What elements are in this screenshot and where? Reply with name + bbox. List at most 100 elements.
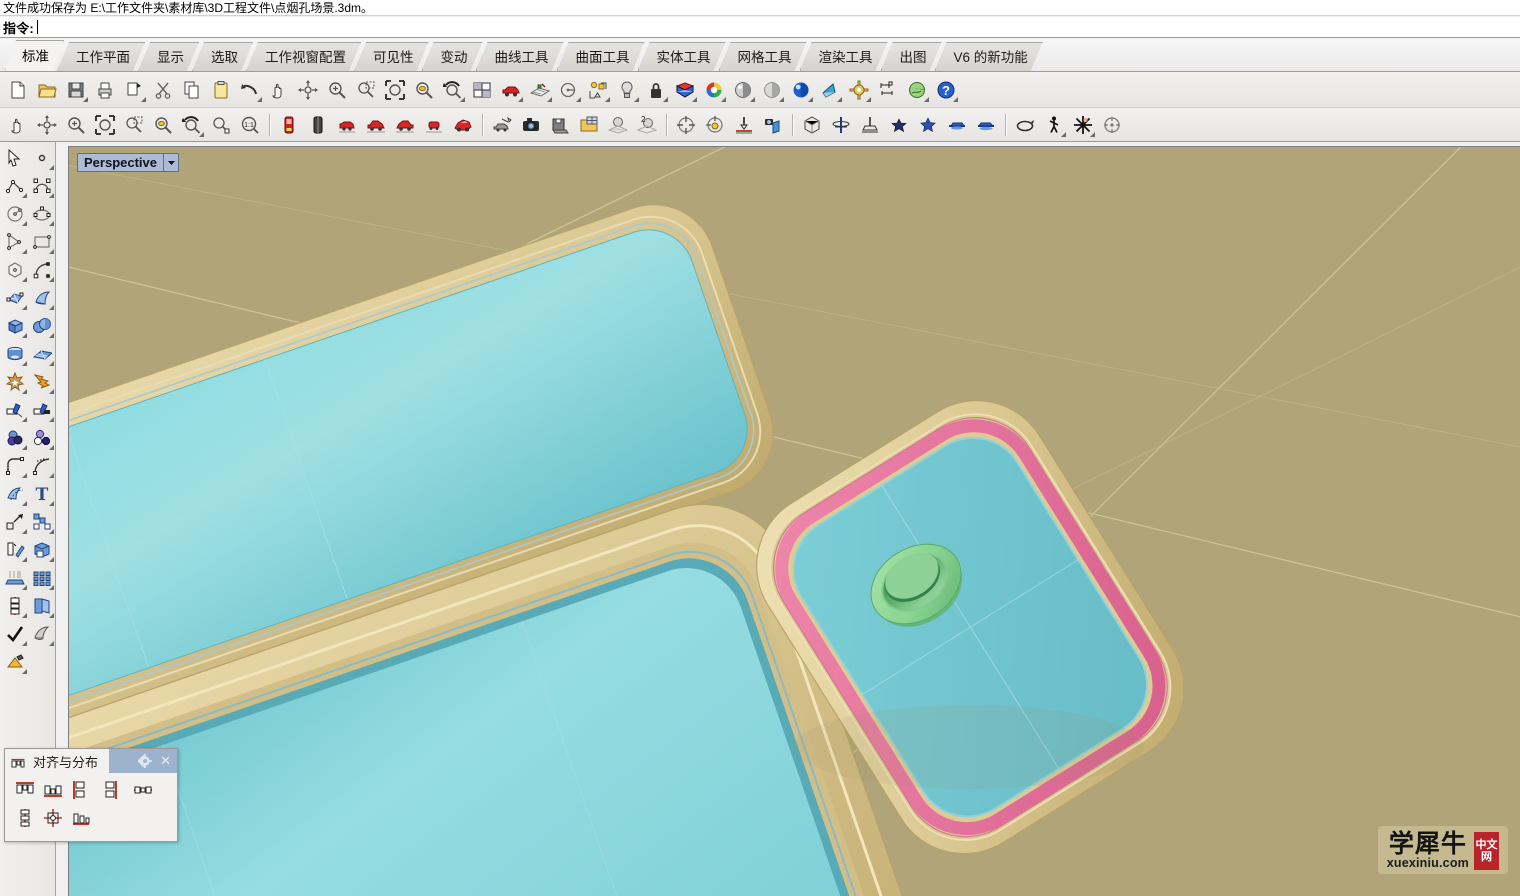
sidebar-mesh-from-surface-icon[interactable]: [28, 620, 55, 648]
close-icon[interactable]: ✕: [160, 754, 171, 767]
open-folder-icon[interactable]: [33, 76, 61, 104]
zoom-target-icon[interactable]: [207, 111, 235, 139]
tab-2[interactable]: 显示: [138, 42, 199, 71]
flyout-arrow-icon[interactable]: [257, 96, 262, 102]
zoom-window-icon[interactable]: [352, 76, 380, 104]
perspective-viewport[interactable]: Perspective 学犀牛 xuexiniu.com 中文 网: [68, 146, 1520, 896]
save-icon[interactable]: [62, 76, 90, 104]
chevron-down-icon[interactable]: [163, 154, 178, 171]
sidebar-polygon-icon[interactable]: [1, 256, 28, 284]
flyout-arrow-icon[interactable]: [49, 221, 54, 226]
color-wheel-icon[interactable]: [700, 76, 728, 104]
tab-8[interactable]: 曲面工具: [557, 42, 645, 71]
zoom-extents-icon[interactable]: [381, 76, 409, 104]
command-prompt-row[interactable]: 指令:: [0, 17, 1520, 38]
flyout-arrow-icon[interactable]: [1061, 131, 1066, 137]
plane-side-icon[interactable]: [943, 111, 971, 139]
rendered-sphere-icon[interactable]: [787, 76, 815, 104]
car-view-left-icon[interactable]: [391, 111, 419, 139]
print-icon[interactable]: [91, 76, 119, 104]
tab-3[interactable]: 选取: [192, 42, 253, 71]
sidebar-rectangular-array-icon[interactable]: [28, 564, 55, 592]
sidebar-split-icon[interactable]: [1, 396, 28, 424]
align-top-icon[interactable]: [11, 776, 39, 804]
flyout-arrow-icon[interactable]: [49, 445, 54, 450]
sidebar-trim-flame-icon[interactable]: [28, 368, 55, 396]
sidebar-cap-planar-icon[interactable]: [28, 536, 55, 564]
flyout-arrow-icon[interactable]: [692, 96, 697, 102]
tab-12[interactable]: 出图: [881, 42, 942, 71]
sidebar-circle-icon[interactable]: [1, 200, 28, 228]
tab-4[interactable]: 工作视窗配置: [246, 42, 361, 71]
flyout-arrow-icon[interactable]: [49, 277, 54, 282]
zoom-in-out-icon[interactable]: [323, 76, 351, 104]
sidebar-control-point-curve-icon[interactable]: [28, 172, 55, 200]
plane-side-2-icon[interactable]: [972, 111, 1000, 139]
sidebar-triangle-polygon-icon[interactable]: [1, 228, 28, 256]
viewport-title-dropdown[interactable]: Perspective: [77, 153, 179, 172]
star-blue-view-icon[interactable]: [914, 111, 942, 139]
sidebar-text-object-icon[interactable]: T: [28, 480, 55, 508]
flyout-arrow-icon[interactable]: [22, 361, 27, 366]
cplane-grid-icon[interactable]: [526, 76, 554, 104]
material-icon[interactable]: [671, 76, 699, 104]
flyout-arrow-icon[interactable]: [953, 96, 958, 102]
flyout-arrow-icon[interactable]: [49, 529, 54, 534]
flyout-arrow-icon[interactable]: [518, 96, 523, 102]
car-front-icon[interactable]: [275, 111, 303, 139]
sidebar-offset-surface-icon[interactable]: [1, 480, 28, 508]
flyout-arrow-icon[interactable]: [22, 585, 27, 590]
car-back-icon[interactable]: [304, 111, 332, 139]
align-left-icon[interactable]: [67, 776, 95, 804]
star-view-icon[interactable]: [885, 111, 913, 139]
align-right-icon[interactable]: [95, 776, 123, 804]
flyout-arrow-icon[interactable]: [22, 529, 27, 534]
flyout-arrow-icon[interactable]: [141, 96, 146, 102]
target-light-icon[interactable]: [701, 111, 729, 139]
flyout-arrow-icon[interactable]: [49, 585, 54, 590]
paste-icon[interactable]: [207, 76, 235, 104]
rotate-view-icon[interactable]: [33, 111, 61, 139]
flyout-arrow-icon[interactable]: [49, 389, 54, 394]
sidebar-boolean-split-icon[interactable]: [28, 396, 55, 424]
render-settings-gear-icon[interactable]: [845, 76, 873, 104]
sidebar-point-icon[interactable]: [28, 144, 55, 172]
sidebar-array-icon[interactable]: [28, 508, 55, 536]
rhino-globe-icon[interactable]: [903, 76, 931, 104]
flyout-arrow-icon[interactable]: [605, 96, 610, 102]
flyout-arrow-icon[interactable]: [83, 96, 88, 102]
flyout-arrow-icon[interactable]: [634, 96, 639, 102]
zoom-previous-icon[interactable]: [178, 111, 206, 139]
flyout-arrow-icon[interactable]: [22, 193, 27, 198]
copy-icon[interactable]: [178, 76, 206, 104]
set-camera-target-icon[interactable]: [730, 111, 758, 139]
walkthrough-icon[interactable]: [1040, 111, 1068, 139]
flyout-arrow-icon[interactable]: [49, 361, 54, 366]
flyout-arrow-icon[interactable]: [460, 96, 465, 102]
viewport-sphere-2-icon[interactable]: 2: [633, 111, 661, 139]
flyout-arrow-icon[interactable]: [22, 473, 27, 478]
tab-7[interactable]: 曲线工具: [476, 42, 564, 71]
flyout-arrow-icon[interactable]: [924, 96, 929, 102]
car-wireframe-icon[interactable]: [488, 111, 516, 139]
camera-icon[interactable]: [517, 111, 545, 139]
plane-front-icon[interactable]: [856, 111, 884, 139]
shaded-sphere-icon[interactable]: [729, 76, 757, 104]
flyout-arrow-icon[interactable]: [22, 249, 27, 254]
target-icon[interactable]: [672, 111, 700, 139]
flyout-arrow-icon[interactable]: [49, 501, 54, 506]
align-vertical-center-icon[interactable]: [129, 776, 157, 804]
car-view-right-icon[interactable]: [362, 111, 390, 139]
flyout-arrow-icon[interactable]: [837, 96, 842, 102]
zoom-selected-icon[interactable]: [410, 76, 438, 104]
flyout-arrow-icon[interactable]: [22, 333, 27, 338]
flyout-arrow-icon[interactable]: [808, 96, 813, 102]
sidebar-boolean-union-icon[interactable]: [1, 424, 28, 452]
viewport-target-icon[interactable]: [1098, 111, 1126, 139]
sidebar-mesh-plane-icon[interactable]: [28, 340, 55, 368]
render-car-icon[interactable]: [497, 76, 525, 104]
tab-9[interactable]: 实体工具: [638, 42, 726, 71]
zoom-window-icon[interactable]: [120, 111, 148, 139]
distribute-horizontal-icon[interactable]: [67, 804, 95, 832]
undo-arrow-icon[interactable]: [236, 76, 264, 104]
